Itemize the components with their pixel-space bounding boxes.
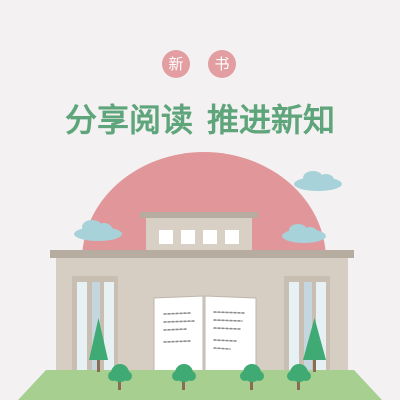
library-illustration — [18, 152, 382, 400]
cloud-icon — [294, 171, 342, 191]
attic-roof — [140, 212, 258, 218]
headline-part-1: 分享阅读 — [64, 101, 193, 139]
window-icon — [159, 230, 173, 244]
headline: 分享阅读 推进新知 — [0, 100, 400, 140]
window-icon — [225, 230, 239, 244]
main-roof — [50, 250, 354, 258]
right-colonnade — [284, 276, 330, 376]
window-icon — [203, 230, 217, 244]
headline-part-2: 推进新知 — [207, 101, 336, 139]
badge-book: 书 — [208, 50, 236, 78]
grass-lawn — [18, 370, 382, 400]
window-icon — [181, 230, 195, 244]
poster: 新 书 分享阅读 推进新知 — [0, 0, 400, 400]
badge-new: 新 — [162, 50, 190, 78]
open-book-icon — [153, 295, 257, 373]
left-colonnade — [72, 276, 118, 376]
